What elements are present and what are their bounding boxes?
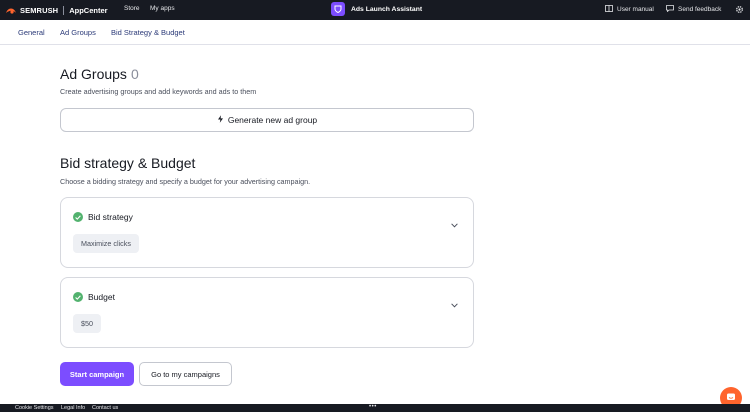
nav-link-store[interactable]: Store (124, 5, 140, 12)
book-icon (605, 5, 613, 14)
product-name: AppCenter (69, 5, 108, 15)
send-feedback-link[interactable]: Send feedback (666, 5, 721, 14)
brand-name: SEMRUSH (20, 5, 59, 15)
brand-divider (63, 5, 65, 15)
top-bar: SEMRUSH AppCenter Store My apps Ads Laun… (0, 0, 750, 20)
send-feedback-label: Send feedback (678, 6, 722, 13)
user-manual-label: User manual (617, 6, 654, 13)
app-title-group: Ads Launch Assistant (331, 2, 422, 16)
ad-groups-heading: Ad Groups 0 (60, 66, 139, 82)
chevron-down-icon[interactable] (451, 295, 458, 308)
check-circle-icon (73, 212, 83, 222)
ad-groups-title: Ad Groups (60, 66, 127, 82)
go-to-campaigns-button[interactable]: Go to my campaigns (139, 362, 232, 386)
ad-groups-description: Create advertising groups and add keywor… (60, 87, 257, 96)
chevron-down-icon[interactable] (451, 215, 458, 228)
tab-ad-groups[interactable]: Ad Groups (60, 28, 96, 37)
check-circle-icon (73, 292, 83, 302)
bid-strategy-value[interactable]: Maximize clicks (73, 234, 139, 253)
footer-cookie-settings[interactable]: Cookie Settings (15, 405, 54, 411)
nav-link-my-apps[interactable]: My apps (150, 5, 175, 12)
budget-value[interactable]: $50 (73, 314, 101, 333)
tab-bar: General Ad Groups Bid Strategy & Budget (0, 20, 750, 45)
semrush-logo[interactable]: SEMRUSH AppCenter (5, 4, 108, 16)
bid-strategy-title: Bid strategy (88, 212, 133, 222)
tab-bid-strategy-budget[interactable]: Bid Strategy & Budget (111, 28, 185, 37)
budget-title: Budget (88, 292, 115, 302)
bid-budget-description: Choose a bidding strategy and specify a … (60, 177, 311, 186)
start-campaign-button[interactable]: Start campaign (60, 362, 134, 386)
budget-header[interactable]: Budget (73, 292, 115, 302)
app-title: Ads Launch Assistant (351, 5, 423, 13)
gear-icon[interactable] (735, 5, 744, 14)
budget-card: Budget $50 (60, 277, 474, 348)
bid-strategy-card: Bid strategy Maximize clicks (60, 197, 474, 268)
footer-legal-info[interactable]: Legal Info (61, 405, 85, 411)
semrush-flame-icon (5, 6, 17, 15)
bid-budget-heading: Bid strategy & Budget (60, 155, 196, 171)
purple-shield-icon (331, 2, 345, 16)
bid-strategy-header[interactable]: Bid strategy (73, 212, 133, 222)
lightning-icon (217, 115, 224, 125)
generate-ad-group-label: Generate new ad group (227, 115, 318, 125)
chat-bubble-icon (666, 5, 674, 14)
tab-general[interactable]: General (18, 28, 45, 37)
ad-groups-count: 0 (130, 66, 139, 82)
more-options-icon[interactable]: ••• (369, 404, 377, 410)
user-manual-link[interactable]: User manual (605, 5, 654, 14)
generate-ad-group-button[interactable]: Generate new ad group (60, 108, 474, 132)
footer: Cookie Settings Legal Info Contact us ••… (0, 404, 750, 412)
footer-contact-us[interactable]: Contact us (92, 405, 118, 411)
